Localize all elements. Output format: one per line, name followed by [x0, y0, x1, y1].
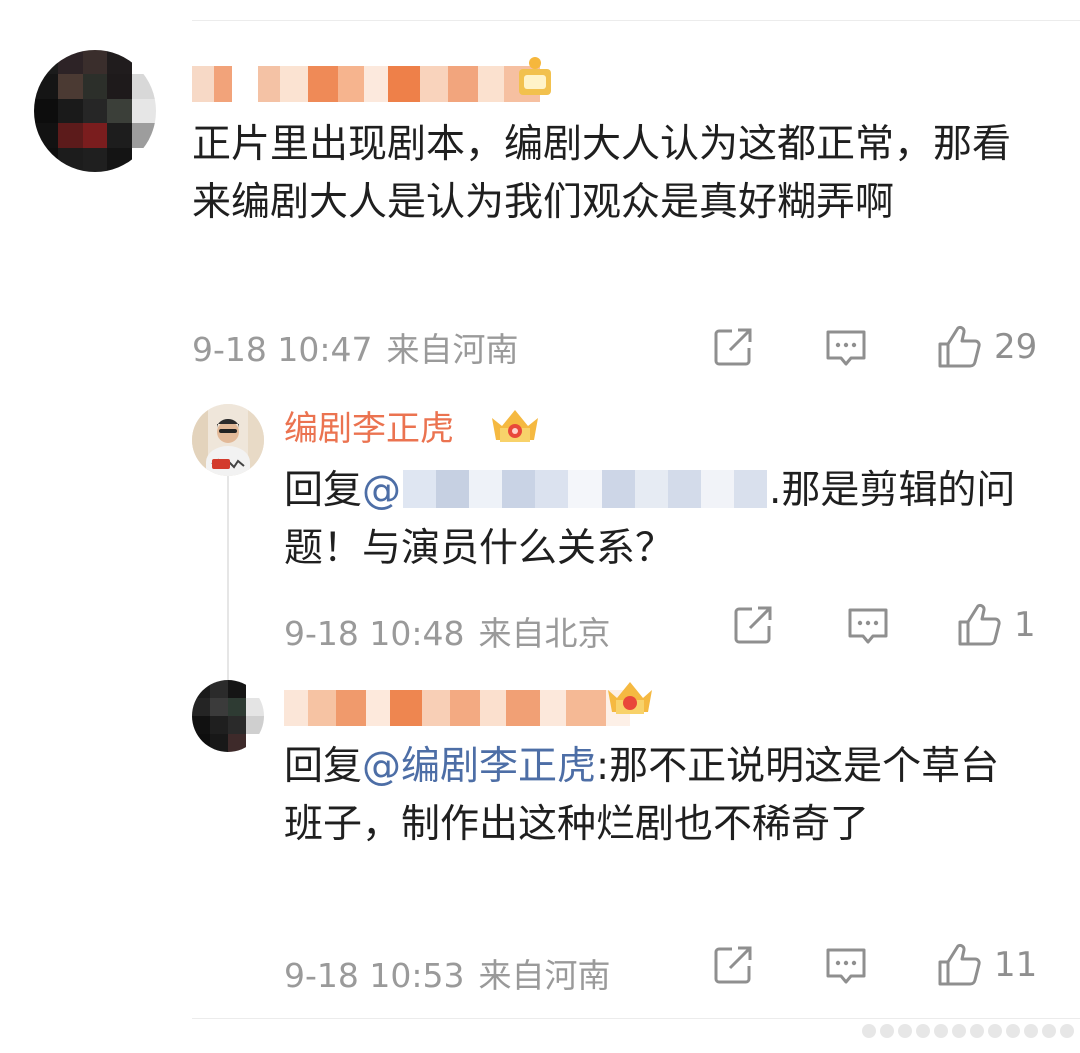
share-button[interactable]: [712, 944, 754, 986]
pixelated-mention: [403, 469, 768, 508]
reply-time: 9-18 10:48: [284, 614, 465, 653]
comment-text: 正片里出现剧本，编剧大人认为这都正常，那看来编剧大人是认为我们观众是真好糊弄啊: [192, 122, 1012, 225]
pixelated-avatar-image: [192, 680, 264, 752]
comment-meta: 9-18 10:47 来自河南: [192, 330, 519, 370]
comment-location: 来自河南: [386, 330, 519, 369]
crown-badge-icon: [488, 404, 542, 452]
avatar[interactable]: [34, 50, 156, 172]
share-button[interactable]: [712, 326, 754, 368]
mention-link[interactable]: @编剧李正虎: [362, 744, 596, 789]
share-button[interactable]: [732, 604, 774, 646]
reply-location: 来自河南: [478, 956, 611, 995]
avatar[interactable]: [192, 404, 264, 476]
like-count: 29: [994, 327, 1038, 367]
reply-thread-line: [227, 476, 229, 698]
share-icon: [734, 606, 772, 644]
crown-badge-icon: [516, 55, 554, 103]
thumbs-up-icon: [938, 325, 981, 368]
mention-link[interactable]: @: [362, 468, 769, 513]
reply-meta: 9-18 10:53 来自河南: [284, 956, 611, 996]
thumbs-up-icon: [938, 943, 981, 986]
reply-time: 9-18 10:53: [284, 956, 465, 995]
comment-button[interactable]: [824, 944, 868, 988]
comment-icon: [826, 330, 866, 366]
share-icon: [714, 946, 752, 984]
reply-text: 回复@编剧李正虎:那不正说明这是个草台班子，制作出这种烂剧也不稀奇了: [284, 744, 1000, 847]
pixelated-username[interactable]: [284, 690, 630, 726]
reply-text: 回复@ .那是剪辑的问题！与演员什么关系？: [284, 468, 1016, 571]
comment-icon: [826, 948, 866, 984]
comment-time: 9-18 10:47: [192, 330, 373, 369]
pixelated-username[interactable]: [192, 66, 540, 102]
like-button[interactable]: 1: [956, 602, 1036, 648]
reply-meta: 9-18 10:48 来自北京: [284, 614, 611, 654]
top-divider: [192, 20, 1080, 21]
avatar[interactable]: [192, 680, 264, 752]
thumbs-up-icon: [958, 603, 1001, 646]
comment-button[interactable]: [824, 326, 868, 370]
watermark-dots: [862, 1024, 1074, 1038]
like-button[interactable]: 29: [936, 324, 1037, 370]
comment-button[interactable]: [846, 604, 890, 648]
reply-location: 来自北京: [478, 614, 611, 653]
like-count: 1: [1014, 605, 1036, 645]
comment-icon: [848, 608, 888, 644]
author-name[interactable]: 编剧李正虎: [284, 407, 454, 451]
share-icon: [714, 328, 752, 366]
crown-badge-icon: [604, 676, 656, 724]
like-count: 11: [994, 945, 1038, 985]
author-avatar-image: [192, 404, 264, 476]
bottom-divider: [192, 1018, 1080, 1019]
like-button[interactable]: 11: [936, 942, 1037, 988]
pixelated-avatar-image: [34, 50, 156, 172]
